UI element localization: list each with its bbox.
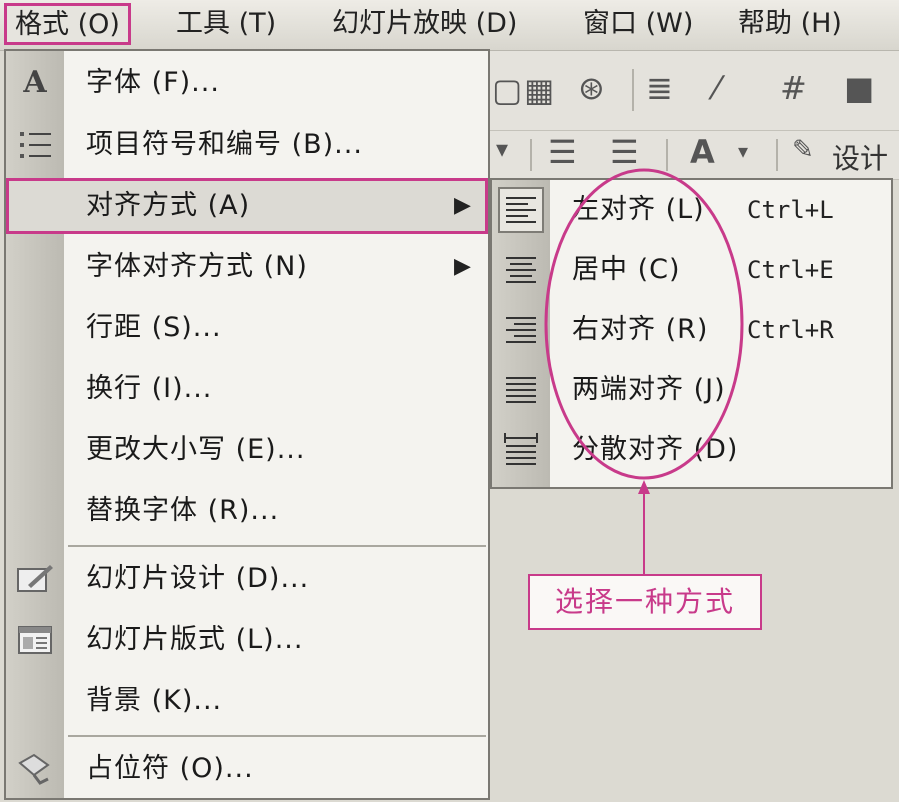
menu-item-font[interactable]: A 字体 (F)... <box>6 55 488 111</box>
format-menu: A 字体 (F)... 项目符号和编号 (B)... 对齐方式 (A) ▶ 字体… <box>4 49 490 800</box>
submenu-item-align-right[interactable]: 右对齐 (R) Ctrl+R <box>492 300 891 360</box>
submenu-item-label: 左对齐 (L) <box>572 194 705 225</box>
menu-item-alignment[interactable]: 对齐方式 (A) ▶ <box>6 178 488 234</box>
menu-separator <box>68 545 486 547</box>
dropdown-arrow-icon[interactable]: ▾ <box>496 135 508 163</box>
submenu-arrow-icon: ▶ <box>454 193 471 218</box>
menu-item-bullets[interactable]: 项目符号和编号 (B)... <box>6 117 488 173</box>
menu-item-label: 换行 (I)... <box>86 373 213 404</box>
menu-bar: 格式 (O) 工具 (T) 幻灯片放映 (D) 窗口 (W) 帮助 (H) <box>0 0 899 51</box>
submenu-item-label: 右对齐 (R) <box>572 314 709 345</box>
increase-indent-icon[interactable]: ☰ <box>610 133 639 171</box>
submenu-item-justify[interactable]: 两端对齐 (J) <box>492 360 891 420</box>
formatting-toolbar: ▾ ☰ ☰ A ▾ ✎ 设计 <box>486 131 899 180</box>
menu-item-label: 字体对齐方式 (N) <box>86 251 308 282</box>
submenu-item-label: 两端对齐 (J) <box>572 374 726 405</box>
font-color-icon[interactable]: A <box>690 133 715 171</box>
menu-item-font-alignment[interactable]: 字体对齐方式 (N) ▶ <box>6 239 488 295</box>
menu-slideshow[interactable]: 幻灯片放映 (D) <box>332 3 517 45</box>
menu-help[interactable]: 帮助 (H) <box>738 3 842 45</box>
menu-item-label: 项目符号和编号 (B)... <box>86 129 363 160</box>
submenu-item-align-left[interactable]: 左对齐 (L) Ctrl+L <box>492 180 891 240</box>
menu-item-label: 对齐方式 (A) <box>86 190 251 221</box>
bullets-icon <box>14 125 56 165</box>
font-a-icon: A <box>23 65 47 100</box>
color-icon[interactable]: ■ <box>844 69 874 107</box>
menu-item-change-case[interactable]: 更改大小写 (E)... <box>6 422 488 478</box>
toolbar-separator <box>666 139 668 171</box>
toolbar-separator <box>530 139 532 171</box>
submenu-item-align-center[interactable]: 居中 (C) Ctrl+E <box>492 240 891 300</box>
toolbar-separator <box>776 139 778 171</box>
menu-item-label: 幻灯片设计 (D)... <box>86 563 310 594</box>
menu-item-placeholder[interactable]: 占位符 (O)... <box>6 741 488 797</box>
design-icon[interactable]: ✎ <box>792 135 814 165</box>
alignment-submenu: 左对齐 (L) Ctrl+L 居中 (C) Ctrl+E 右对齐 (R) Ctr… <box>490 178 893 489</box>
menu-format[interactable]: 格式 (O) <box>4 3 131 45</box>
align-justify-icon <box>498 367 544 413</box>
expand-icon[interactable]: ≣ <box>646 69 673 107</box>
submenu-item-label: 居中 (C) <box>572 254 681 285</box>
toolbar-separator <box>632 69 634 111</box>
standard-toolbar: ▢ ▦ ⊛ ≣ ⁄ # ■ <box>486 51 899 131</box>
shortcut-label: Ctrl+E <box>747 256 834 284</box>
menu-item-background[interactable]: 背景 (K)... <box>6 673 488 729</box>
menu-item-slide-design[interactable]: 幻灯片设计 (D)... <box>6 551 488 607</box>
grid-icon[interactable]: # <box>780 69 807 107</box>
table-insert-icon[interactable]: ▦ <box>524 71 554 109</box>
menu-item-line-spacing[interactable]: 行距 (S)... <box>6 300 488 356</box>
decrease-indent-icon[interactable]: ☰ <box>548 133 577 171</box>
align-distributed-icon <box>498 427 544 473</box>
menu-item-label: 行距 (S)... <box>86 312 222 343</box>
menu-item-label: 字体 (F)... <box>86 67 220 98</box>
shortcut-label: Ctrl+R <box>747 316 834 344</box>
menu-item-line-break[interactable]: 换行 (I)... <box>6 361 488 417</box>
annotation-callout: 选择一种方式 <box>528 574 762 630</box>
toolbar-window-icon[interactable]: ▢ <box>492 71 522 109</box>
menu-item-label: 背景 (K)... <box>86 685 223 716</box>
hyperlink-icon[interactable]: ⊛ <box>578 69 605 107</box>
submenu-item-distributed[interactable]: 分散对齐 (D) <box>492 420 891 480</box>
slide-design-icon <box>14 559 56 599</box>
shortcut-label: Ctrl+L <box>747 196 834 224</box>
submenu-arrow-icon: ▶ <box>454 254 471 279</box>
menu-separator <box>68 735 486 737</box>
menu-tools[interactable]: 工具 (T) <box>176 3 276 45</box>
submenu-item-label: 分散对齐 (D) <box>572 434 739 465</box>
slide-layout-icon <box>14 620 56 660</box>
menu-item-slide-layout[interactable]: 幻灯片版式 (L)... <box>6 612 488 668</box>
align-center-icon <box>498 247 544 293</box>
align-left-icon <box>498 187 544 233</box>
menu-item-label: 更改大小写 (E)... <box>86 434 306 465</box>
menu-window[interactable]: 窗口 (W) <box>583 3 693 45</box>
align-right-icon <box>498 307 544 353</box>
menu-item-label: 替换字体 (R)... <box>86 495 280 526</box>
menu-item-label: 占位符 (O)... <box>86 753 254 784</box>
design-button[interactable]: 设计 <box>832 137 888 177</box>
menu-item-label: 幻灯片版式 (L)... <box>86 624 304 655</box>
menu-item-replace-fonts[interactable]: 替换字体 (R)... <box>6 483 488 539</box>
font-size-icon[interactable]: ⁄ <box>714 69 719 107</box>
placeholder-icon <box>14 749 56 789</box>
dropdown-arrow-icon[interactable]: ▾ <box>738 139 748 163</box>
